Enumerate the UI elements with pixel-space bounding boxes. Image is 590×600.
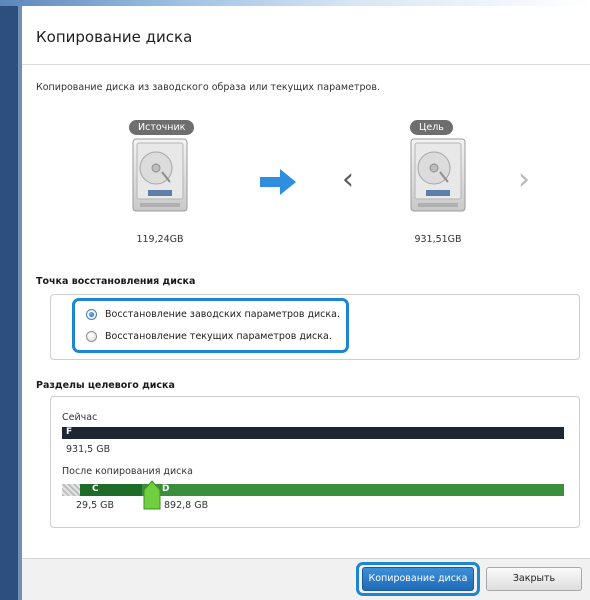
dialog-description: Копирование диска из заводского образа и…	[36, 82, 380, 93]
target-hdd-icon	[410, 138, 466, 212]
next-disk-icon[interactable]: ›	[518, 165, 530, 195]
partitions-group	[50, 396, 580, 528]
copy-button-highlight	[356, 562, 480, 596]
target-capacity: 931,51GB	[414, 234, 462, 245]
target-label: Цель	[410, 120, 453, 135]
dialog-title: Копирование диска	[36, 28, 193, 46]
partition-c-bar: C	[80, 484, 142, 496]
now-partition-bar: F	[62, 427, 564, 439]
partition-d-bar: D	[142, 484, 564, 496]
restore-point-heading: Точка восстановления диска	[36, 276, 196, 287]
now-partition-size: 931,5 GB	[66, 444, 111, 455]
title-divider	[22, 64, 590, 65]
partition-c-size: 29,5 GB	[76, 500, 115, 511]
arrow-right-icon	[260, 169, 296, 195]
restore-options-highlight	[72, 298, 349, 353]
unallocated-segment	[62, 484, 80, 496]
source-capacity: 119,24GB	[136, 234, 184, 245]
disk-copy-dialog: Копирование диска Копирование диска из з…	[22, 6, 590, 600]
partition-d-letter: D	[162, 484, 170, 494]
source-hdd-icon	[132, 138, 188, 212]
partition-resize-handle[interactable]	[143, 480, 161, 510]
source-label: Источник	[129, 120, 195, 135]
now-label: Сейчас	[62, 412, 98, 423]
window-frame-left	[0, 0, 22, 600]
now-partition-letter: F	[66, 427, 73, 437]
previous-disk-icon[interactable]: ‹	[342, 165, 354, 195]
close-button[interactable]: Закрыть	[486, 567, 582, 591]
partition-c-letter: C	[92, 484, 99, 494]
partitions-heading: Разделы целевого диска	[36, 380, 175, 391]
partition-d-size: 892,8 GB	[164, 500, 209, 511]
after-label: После копирования диска	[62, 466, 193, 477]
